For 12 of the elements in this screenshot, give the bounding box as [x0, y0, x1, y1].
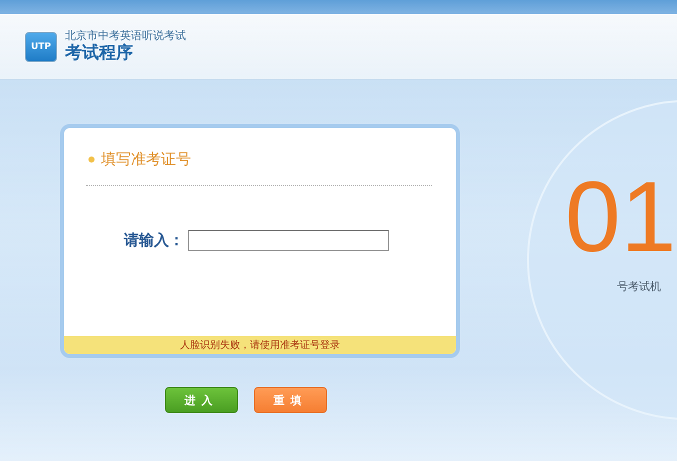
- exam-subtitle: 北京市中考英语听说考试: [65, 29, 186, 43]
- input-label: 请输入：: [124, 231, 184, 250]
- form-title: 填写准考证号: [101, 150, 191, 169]
- machine-label: 号考试机: [617, 279, 662, 294]
- reset-button[interactable]: 重填: [254, 387, 327, 413]
- input-field[interactable]: [188, 230, 389, 251]
- notice-bar: 人脸识别失败，请使用准考证号登录: [64, 336, 456, 354]
- bullet-icon: [88, 156, 95, 163]
- app-title: 考试程序: [65, 43, 134, 64]
- enter-button[interactable]: 进入: [165, 387, 238, 413]
- machine-number: 01: [565, 167, 677, 267]
- app-logo: UTP: [25, 32, 57, 62]
